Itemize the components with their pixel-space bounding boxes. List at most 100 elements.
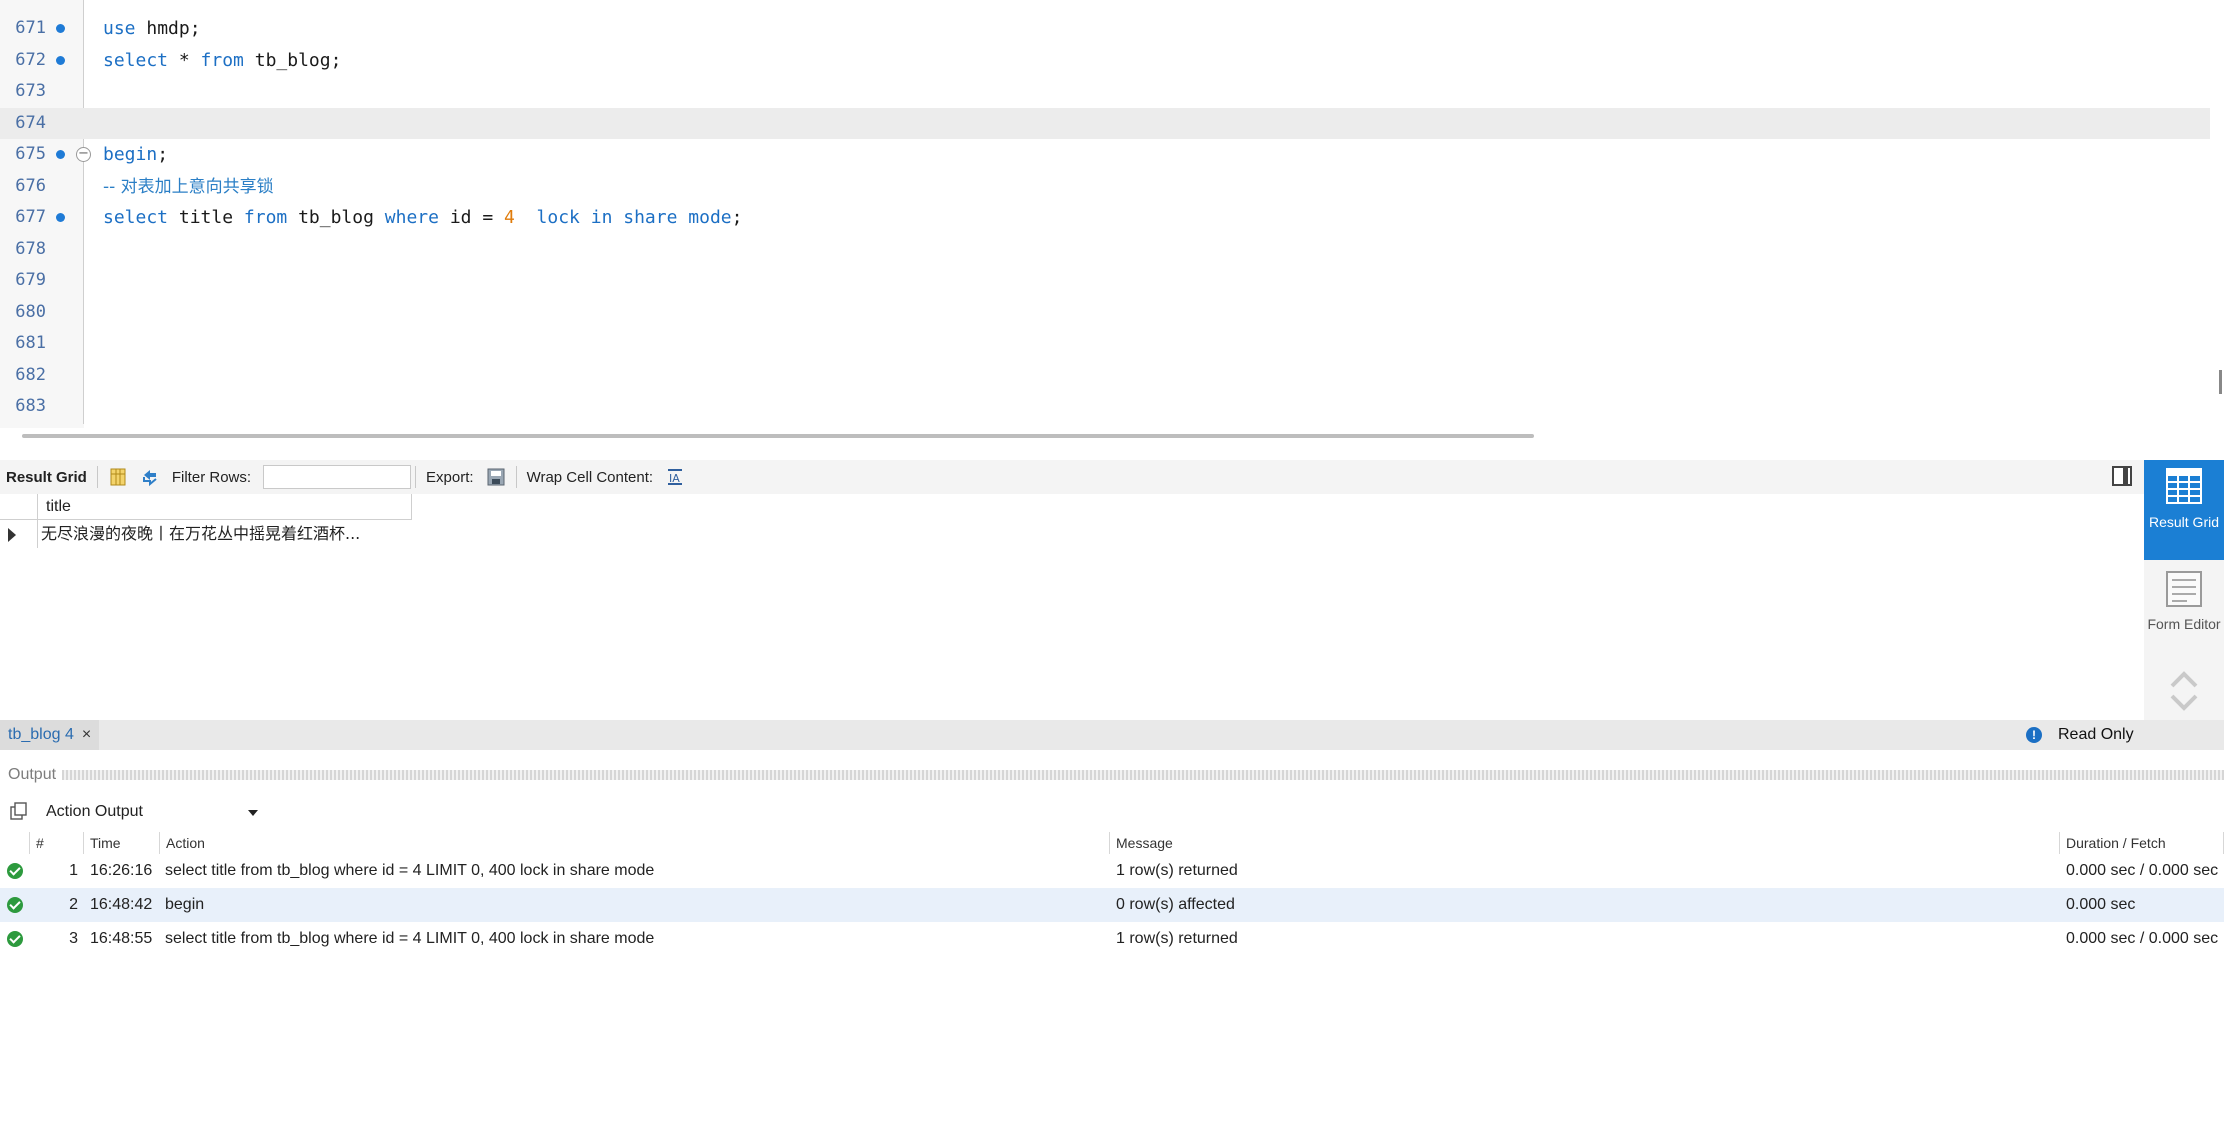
line-code: select title from tb_blog where id = 4 l… bbox=[103, 202, 742, 234]
toolbar-divider bbox=[415, 466, 417, 488]
editor-line[interactable]: 672 select * from tb_blog; bbox=[0, 45, 2210, 77]
sql-keyword: lock in share mode bbox=[536, 207, 732, 228]
editor-line[interactable]: 683 bbox=[0, 391, 2210, 423]
sql-text: ; bbox=[157, 144, 169, 165]
output-type-select[interactable]: Action Output bbox=[36, 799, 264, 825]
line-code: begin; bbox=[103, 139, 168, 171]
output-row[interactable]: 3 16:48:55 select title from tb_blog whe… bbox=[0, 922, 2224, 956]
line-code: select * from tb_blog; bbox=[103, 45, 341, 77]
line-number: 672 bbox=[15, 49, 46, 70]
output-row-message: 0 row(s) affected bbox=[1116, 896, 1235, 913]
output-row-duration: 0.000 sec / 0.000 sec bbox=[2066, 862, 2219, 879]
close-icon[interactable]: × bbox=[82, 720, 91, 750]
line-code: -- 对表加上意向共享锁 bbox=[103, 171, 274, 204]
toggle-side-panel-icon[interactable] bbox=[2112, 466, 2132, 486]
editor-horizontal-scrollbar[interactable] bbox=[22, 434, 1534, 438]
result-tab[interactable]: tb_blog 4 × bbox=[0, 720, 100, 750]
duration-column-header[interactable]: Duration / Fetch bbox=[2060, 832, 2224, 854]
line-number: 680 bbox=[15, 301, 46, 322]
number-column-header[interactable]: # bbox=[30, 832, 84, 854]
filter-rows-input[interactable] bbox=[263, 465, 412, 489]
output-row-number: 2 bbox=[69, 896, 78, 913]
statement-marker-icon bbox=[56, 213, 65, 222]
output-table-header: # Time Action Message Duration / Fetch bbox=[0, 832, 2224, 854]
sql-keyword: from bbox=[200, 49, 244, 71]
output-row-message: 1 row(s) returned bbox=[1116, 930, 1238, 947]
form-editor-side-button[interactable]: Form Editor bbox=[2144, 564, 2224, 660]
grid-row[interactable]: 无尽浪漫的夜晚丨在万花丛中摇晃着红酒杯... bbox=[0, 520, 412, 548]
editor-line[interactable]: 674 bbox=[0, 107, 2210, 139]
current-row-arrow-icon bbox=[8, 528, 16, 542]
sql-keyword: where bbox=[384, 207, 439, 228]
line-number: 674 bbox=[15, 112, 46, 133]
output-drag-handle[interactable] bbox=[62, 770, 2224, 780]
output-row-number: 1 bbox=[69, 862, 78, 879]
copy-icon[interactable] bbox=[10, 802, 28, 820]
editor-line[interactable]: 680 bbox=[0, 297, 2210, 329]
output-row-time: 16:48:42 bbox=[90, 896, 153, 913]
line-number: 673 bbox=[15, 81, 46, 101]
output-toolbar: Action Output bbox=[0, 795, 2224, 827]
output-row[interactable]: 2 16:48:42 begin 0 row(s) affected 0.000… bbox=[0, 888, 2224, 922]
grid-view-icon[interactable] bbox=[102, 460, 134, 494]
output-row-action: begin bbox=[165, 896, 205, 913]
editor-line[interactable]: 673 bbox=[0, 76, 2210, 108]
result-grid: title 无尽浪漫的夜晚丨在万花丛中摇晃着红酒杯... bbox=[0, 494, 2144, 720]
status-cell bbox=[0, 922, 30, 956]
statement-marker-icon bbox=[56, 150, 65, 159]
svg-text:IA: IA bbox=[669, 472, 680, 485]
result-grid-side-button[interactable]: Result Grid bbox=[2144, 460, 2224, 560]
export-label: Export: bbox=[426, 468, 474, 486]
action-column-header[interactable]: Action bbox=[160, 832, 1110, 854]
scroll-arrows-icon[interactable] bbox=[2168, 668, 2200, 714]
line-number: 683 bbox=[15, 396, 46, 416]
statement-marker-icon bbox=[56, 24, 65, 33]
editor-line[interactable]: 675 − begin; bbox=[0, 139, 2210, 171]
message-column-header[interactable]: Message bbox=[1110, 832, 2060, 854]
editor-line[interactable]: 678 bbox=[0, 234, 2210, 266]
sql-text: * bbox=[168, 49, 201, 71]
refresh-icon[interactable] bbox=[134, 460, 166, 494]
result-grid-icon bbox=[2166, 468, 2202, 504]
editor-line[interactable]: 676 -- 对表加上意向共享锁 bbox=[0, 171, 2210, 203]
line-number: 676 bbox=[15, 175, 46, 196]
statement-marker-icon bbox=[56, 55, 65, 65]
output-row[interactable]: 1 16:26:16 select title from tb_blog whe… bbox=[0, 854, 2224, 888]
export-icon[interactable] bbox=[480, 460, 512, 494]
wrap-cell-content-icon[interactable]: IA bbox=[659, 460, 691, 494]
sql-keyword: use bbox=[103, 18, 136, 39]
sql-keyword: begin bbox=[103, 144, 158, 165]
output-row-time: 16:26:16 bbox=[90, 862, 153, 879]
sql-editor[interactable]: 671 use hmdp; 672 select * from tb_blog; 673… bbox=[0, 0, 2224, 428]
success-check-icon bbox=[7, 863, 23, 879]
toolbar-divider bbox=[515, 466, 517, 488]
action-output-table: # Time Action Message Duration / Fetch 1… bbox=[0, 832, 2224, 956]
form-editor-icon bbox=[2166, 571, 2202, 607]
output-row-time: 16:48:55 bbox=[90, 930, 153, 947]
editor-line[interactable]: 671 use hmdp; bbox=[0, 13, 2210, 45]
grid-header: title bbox=[0, 494, 412, 520]
result-grid-side-label: Result Grid bbox=[2148, 514, 2220, 530]
success-check-icon bbox=[7, 931, 23, 947]
time-column-header[interactable]: Time bbox=[84, 832, 160, 854]
sql-text: hmdp; bbox=[135, 18, 201, 39]
grid-cell[interactable]: 无尽浪漫的夜晚丨在万花丛中摇晃着红酒杯... bbox=[38, 520, 412, 548]
line-number: 679 bbox=[15, 270, 46, 290]
status-cell bbox=[0, 888, 30, 922]
wrap-cell-content-label: Wrap Cell Content: bbox=[526, 468, 654, 486]
output-row-duration: 0.000 sec bbox=[2066, 896, 2136, 913]
line-number: 678 bbox=[15, 238, 46, 259]
result-grid-label[interactable]: Result Grid bbox=[0, 460, 93, 494]
line-code: use hmdp; bbox=[103, 13, 201, 45]
result-side-panel: Result Grid Form Editor bbox=[2144, 460, 2224, 720]
editor-line[interactable]: 682 bbox=[0, 360, 2210, 392]
editor-line[interactable]: 677 select title from tb_blog where id = … bbox=[0, 202, 2210, 234]
column-header-title[interactable]: title bbox=[38, 494, 412, 520]
fold-toggle-icon[interactable]: − bbox=[76, 147, 91, 162]
editor-line[interactable]: 679 bbox=[0, 265, 2210, 297]
editor-vertical-scroll-marker[interactable] bbox=[2219, 370, 2222, 394]
output-row-action: select title from tb_blog where id = 4 L… bbox=[165, 862, 655, 879]
editor-line[interactable]: 681 bbox=[0, 328, 2210, 360]
sql-keyword: select bbox=[103, 49, 169, 71]
row-header[interactable] bbox=[0, 520, 38, 548]
